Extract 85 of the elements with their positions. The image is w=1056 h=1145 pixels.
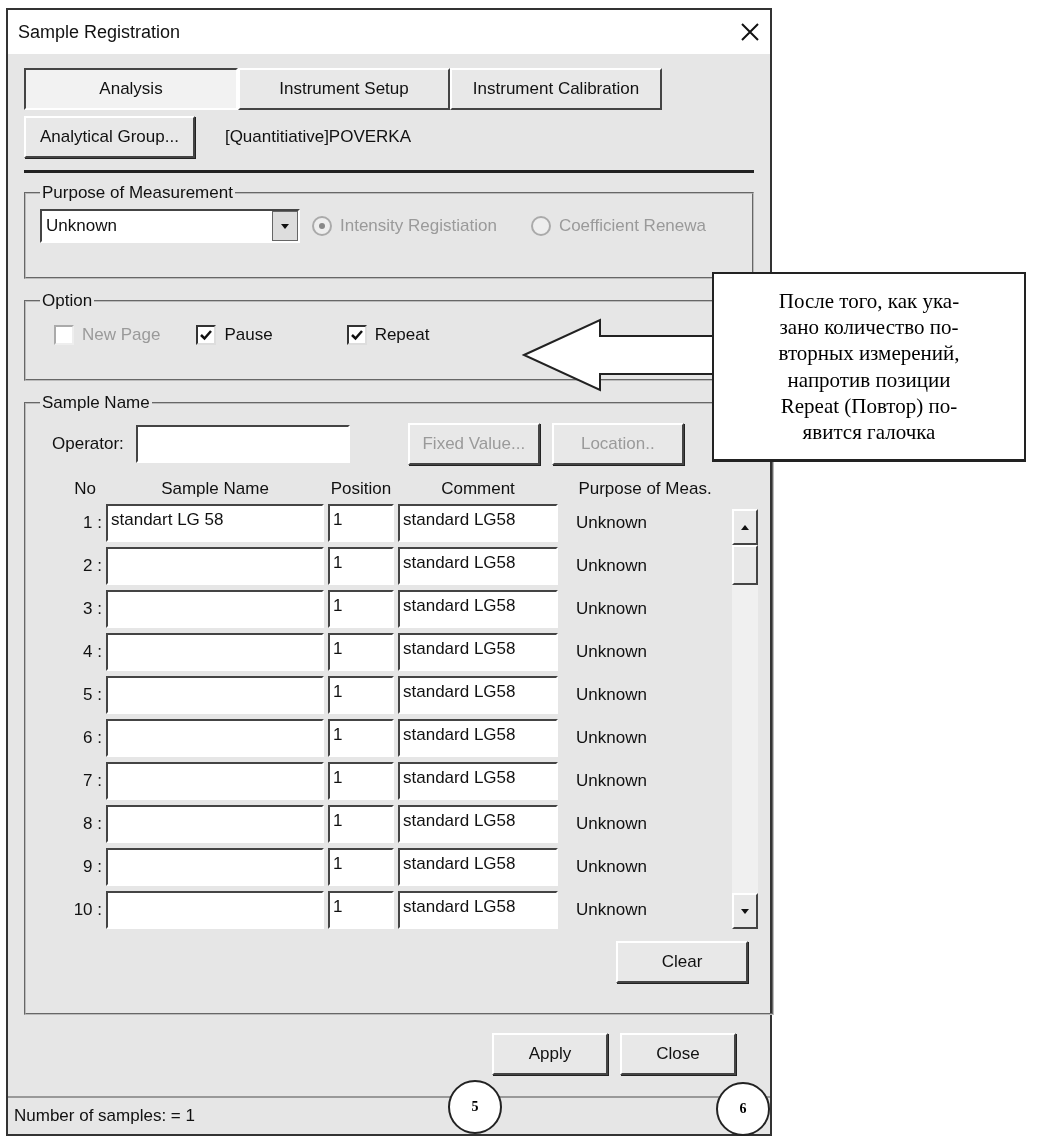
column-header: Sample Name: [160, 479, 270, 499]
position-field[interactable]: 1: [328, 676, 394, 714]
window-title: Sample Registration: [18, 21, 181, 43]
check-icon: [350, 329, 363, 341]
comment-field[interactable]: standard LG58: [398, 676, 558, 714]
checkbox[interactable]: [346, 325, 367, 345]
row-number: 2 :: [82, 556, 102, 576]
sample-name-field[interactable]: [106, 762, 324, 800]
position-field[interactable]: 1: [328, 633, 394, 671]
row-number: 1 :: [82, 513, 102, 533]
column-header: No: [73, 479, 97, 499]
operator-label: Operator:: [52, 434, 124, 454]
checkbox[interactable]: [196, 325, 217, 345]
dialog-button[interactable]: Close: [620, 1033, 736, 1075]
position-field[interactable]: 1: [328, 805, 394, 843]
purpose-cell-text: Unknown: [575, 513, 648, 533]
sample-name-field[interactable]: [106, 719, 324, 757]
purpose-cell-text: Unknown: [575, 599, 648, 619]
comment-field[interactable]: standard LG58: [398, 891, 558, 929]
sample-name-field[interactable]: [106, 633, 324, 671]
group-title: Sample Name: [41, 393, 151, 413]
sample-name-field[interactable]: [106, 805, 324, 843]
dialog-button[interactable]: Apply: [492, 1033, 608, 1075]
row-number: 7 :: [82, 771, 102, 791]
column-header: Position: [329, 479, 393, 499]
clear-button[interactable]: Clear: [616, 941, 748, 983]
purpose-cell-text: Unknown: [575, 556, 648, 576]
operator-field[interactable]: [135, 425, 350, 463]
tab[interactable]: Instrument Calibration: [450, 68, 662, 110]
checkbox-option[interactable]: Pause: [196, 325, 273, 345]
comment-field[interactable]: standard LG58: [398, 848, 558, 886]
tab[interactable]: Analysis: [24, 68, 238, 110]
row-number: 4 :: [82, 642, 102, 662]
row-number: 8 :: [82, 814, 102, 834]
position-field[interactable]: 1: [328, 590, 394, 628]
purpose-cell-text: Unknown: [575, 857, 648, 877]
comment-field[interactable]: standard LG58: [398, 590, 558, 628]
comment-field[interactable]: standard LG58: [398, 762, 558, 800]
position-field[interactable]: 1: [328, 891, 394, 929]
scrollbar[interactable]: [732, 509, 758, 929]
row-number: 9 :: [82, 857, 102, 877]
close-icon[interactable]: [740, 22, 760, 42]
row-number: 10 :: [72, 900, 102, 920]
purpose-cell-text: Unknown: [575, 814, 648, 834]
group-title: Option: [41, 291, 94, 311]
checkbox-option[interactable]: Repeat: [346, 325, 430, 345]
sample-name-field[interactable]: [106, 891, 324, 929]
position-field[interactable]: 1: [328, 848, 394, 886]
position-field[interactable]: 1: [328, 504, 394, 542]
sample-name-field[interactable]: [106, 590, 324, 628]
scroll-up-button[interactable]: [732, 509, 758, 545]
row-number: 5 :: [82, 685, 102, 705]
purpose-cell-text: Unknown: [575, 728, 648, 748]
callout-text: После того, как ука- зано количество по- вторных измерений, напротив позиции Repeat (Повтор) по- явится галочка: [712, 272, 1026, 462]
purpose-dropdown[interactable]: Unknown: [40, 209, 300, 243]
down-arrow-icon: [281, 223, 289, 229]
analytical-group-button[interactable]: Analytical Group...: [24, 116, 195, 158]
comment-field[interactable]: standard LG58: [398, 504, 558, 542]
scroll-thumb[interactable]: [732, 545, 758, 585]
sample-name-field[interactable]: [106, 547, 324, 585]
group-title: Purpose of Measurement: [41, 183, 234, 203]
comment-field[interactable]: standard LG58: [398, 719, 558, 757]
sample-name-field[interactable]: [106, 676, 324, 714]
comment-field[interactable]: standard LG58: [398, 633, 558, 671]
position-field[interactable]: 1: [328, 719, 394, 757]
row-number: 6 :: [82, 728, 102, 748]
position-field[interactable]: 1: [328, 547, 394, 585]
purpose-cell-text: Unknown: [575, 900, 648, 920]
tab[interactable]: Instrument Setup: [238, 68, 450, 110]
up-arrow-icon: [741, 524, 749, 530]
column-header: Comment: [440, 479, 516, 499]
analytical-group-value: [Quantitiative]POVERKA: [224, 127, 412, 147]
comment-field[interactable]: standard LG58: [398, 805, 558, 843]
position-field[interactable]: 1: [328, 762, 394, 800]
column-header: Purpose of Meas.: [577, 479, 713, 499]
comment-field[interactable]: standard LG58: [398, 547, 558, 585]
purpose-cell-text: Unknown: [575, 771, 648, 791]
down-arrow-icon: [741, 908, 749, 914]
purpose-cell-text: Unknown: [575, 685, 648, 705]
check-icon: [200, 329, 213, 341]
sample-name-field[interactable]: [106, 848, 324, 886]
row-number: 3 :: [82, 599, 102, 619]
scroll-down-button[interactable]: [732, 893, 758, 929]
purpose-cell-text: Unknown: [575, 642, 648, 662]
sample-name-field[interactable]: standart LG 58: [106, 504, 324, 542]
